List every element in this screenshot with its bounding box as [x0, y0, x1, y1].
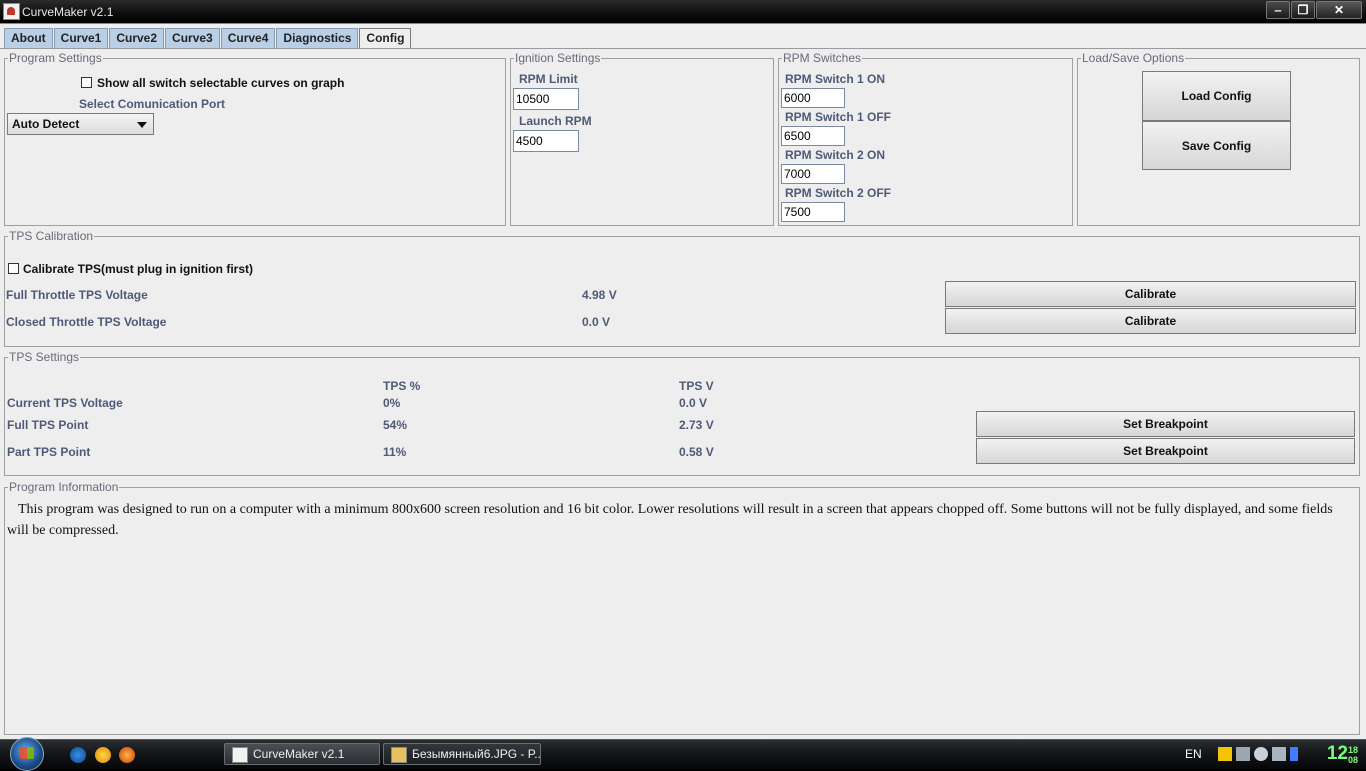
rpm-switches-legend: RPM Switches: [783, 51, 862, 65]
maximize-button[interactable]: ❐: [1291, 1, 1315, 19]
tab-curve2[interactable]: Curve2: [109, 28, 165, 48]
part-tps-pct: 11%: [383, 445, 407, 459]
rpm-switch2-off-input[interactable]: [781, 202, 845, 222]
full-throttle-value: 4.98 V: [582, 288, 617, 302]
tab-bar: About Curve1 Curve2 Curve3 Curve4 Diagno…: [4, 28, 412, 49]
safely-remove-icon[interactable]: [1272, 747, 1286, 761]
paint-icon: [391, 747, 407, 763]
internet-explorer-icon[interactable]: [70, 747, 86, 763]
save-config-button[interactable]: Save Config: [1142, 121, 1291, 170]
current-tps-pct: 0%: [383, 396, 401, 410]
closed-throttle-label: Closed Throttle TPS Voltage: [6, 315, 167, 329]
calibrate-tps-label: Calibrate TPS(must plug in ignition firs…: [23, 262, 253, 276]
tab-curve4[interactable]: Curve4: [220, 28, 276, 48]
taskbar-item-paint[interactable]: Безымянный6.JPG - P...: [383, 743, 541, 765]
rpm-limit-label: RPM Limit: [519, 72, 578, 86]
part-tps-label: Part TPS Point: [7, 445, 91, 459]
app-icon: [3, 3, 20, 20]
clock-min: 18: [1347, 745, 1358, 755]
system-tray: EN 1218 08: [1181, 740, 1366, 769]
windows-orb-icon[interactable]: [10, 737, 44, 771]
close-button[interactable]: ✕: [1316, 1, 1362, 19]
closed-throttle-value: 0.0 V: [582, 315, 611, 329]
chevron-down-icon: [137, 122, 147, 128]
calibrate-closed-button[interactable]: Calibrate: [945, 308, 1356, 334]
tps-v-header: TPS V: [679, 379, 714, 393]
launch-rpm-input[interactable]: [513, 130, 579, 152]
load-save-legend: Load/Save Options: [1082, 51, 1185, 65]
tps-calibration-legend: TPS Calibration: [9, 229, 94, 243]
warning-icon[interactable]: [1218, 747, 1232, 761]
tab-config[interactable]: Config: [359, 28, 412, 49]
tab-curve3[interactable]: Curve3: [165, 28, 220, 48]
window-controls: ‒ ❐ ✕: [1266, 1, 1362, 19]
calibrate-full-button[interactable]: Calibrate: [945, 281, 1356, 307]
tps-settings-legend: TPS Settings: [9, 350, 80, 364]
rpm-switch1-off-input[interactable]: [781, 126, 845, 146]
port-label: Select Comunication Port: [79, 97, 226, 111]
rpm-switch2-on-label: RPM Switch 2 ON: [785, 148, 886, 162]
firefox-icon[interactable]: [119, 747, 135, 763]
show-all-curves-checkbox[interactable]: [81, 77, 92, 88]
curvemaker-icon: [232, 747, 248, 763]
app-window: About Curve1 Curve2 Curve3 Curve4 Diagno…: [0, 23, 1366, 740]
rpm-switch1-on-input[interactable]: [781, 88, 845, 108]
tab-divider: [0, 48, 1366, 49]
set-full-breakpoint-button[interactable]: Set Breakpoint: [976, 411, 1355, 437]
port-select-value: Auto Detect: [12, 117, 80, 131]
set-part-breakpoint-button[interactable]: Set Breakpoint: [976, 438, 1355, 464]
program-info-legend: Program Information: [9, 480, 119, 494]
rpm-switch2-on-input[interactable]: [781, 164, 845, 184]
language-indicator[interactable]: EN: [1185, 747, 1202, 761]
speaker-icon[interactable]: [1254, 747, 1268, 761]
tab-about[interactable]: About: [4, 28, 53, 48]
calibrate-tps-checkbox[interactable]: [8, 263, 19, 274]
network-icon[interactable]: [1236, 747, 1250, 761]
clock-sec: 08: [1347, 755, 1358, 765]
taskbar-item-curvemaker[interactable]: CurveMaker v2.1: [224, 743, 380, 765]
window-titlebar: CurveMaker v2.1 ‒ ❐ ✕: [0, 0, 1366, 23]
show-all-curves-label: Show all switch selectable curves on gra…: [97, 76, 345, 90]
ignition-settings-legend: Ignition Settings: [515, 51, 601, 65]
program-settings-legend: Program Settings: [9, 51, 102, 65]
rpm-switch1-off-label: RPM Switch 1 OFF: [785, 110, 892, 124]
aimp-icon[interactable]: [95, 747, 111, 763]
tab-curve1[interactable]: Curve1: [53, 28, 109, 48]
full-throttle-label: Full Throttle TPS Voltage: [6, 288, 148, 302]
clock-hour: 12: [1326, 743, 1348, 764]
program-info-text: This program was designed to run on a co…: [7, 502, 1333, 538]
part-tps-v: 0.58 V: [679, 445, 714, 459]
battery-icon[interactable]: [1290, 747, 1298, 761]
rpm-switch1-on-label: RPM Switch 1 ON: [785, 72, 886, 86]
windows-flag-icon: [20, 747, 34, 759]
full-tps-v: 2.73 V: [679, 418, 714, 432]
current-tps-label: Current TPS Voltage: [7, 396, 123, 410]
tab-diagnostics[interactable]: Diagnostics: [276, 28, 359, 48]
taskbar-item-label: CurveMaker v2.1: [253, 747, 345, 761]
rpm-switch2-off-label: RPM Switch 2 OFF: [785, 186, 892, 200]
port-select[interactable]: Auto Detect: [7, 113, 154, 135]
taskbar: CurveMaker v2.1 Безымянный6.JPG - P... E…: [0, 737, 1366, 771]
minimize-button[interactable]: ‒: [1266, 1, 1290, 19]
tps-pct-header: TPS %: [383, 379, 421, 393]
full-tps-pct: 54%: [383, 418, 408, 432]
rpm-limit-input[interactable]: [513, 88, 579, 110]
load-config-button[interactable]: Load Config: [1142, 71, 1291, 121]
window-title: CurveMaker v2.1: [22, 5, 114, 19]
full-tps-label: Full TPS Point: [7, 418, 89, 432]
launch-rpm-label: Launch RPM: [519, 114, 592, 128]
clock[interactable]: 1218 08: [1327, 743, 1358, 765]
taskbar-item-label: Безымянный6.JPG - P...: [412, 747, 541, 761]
current-tps-v: 0.0 V: [679, 396, 708, 410]
